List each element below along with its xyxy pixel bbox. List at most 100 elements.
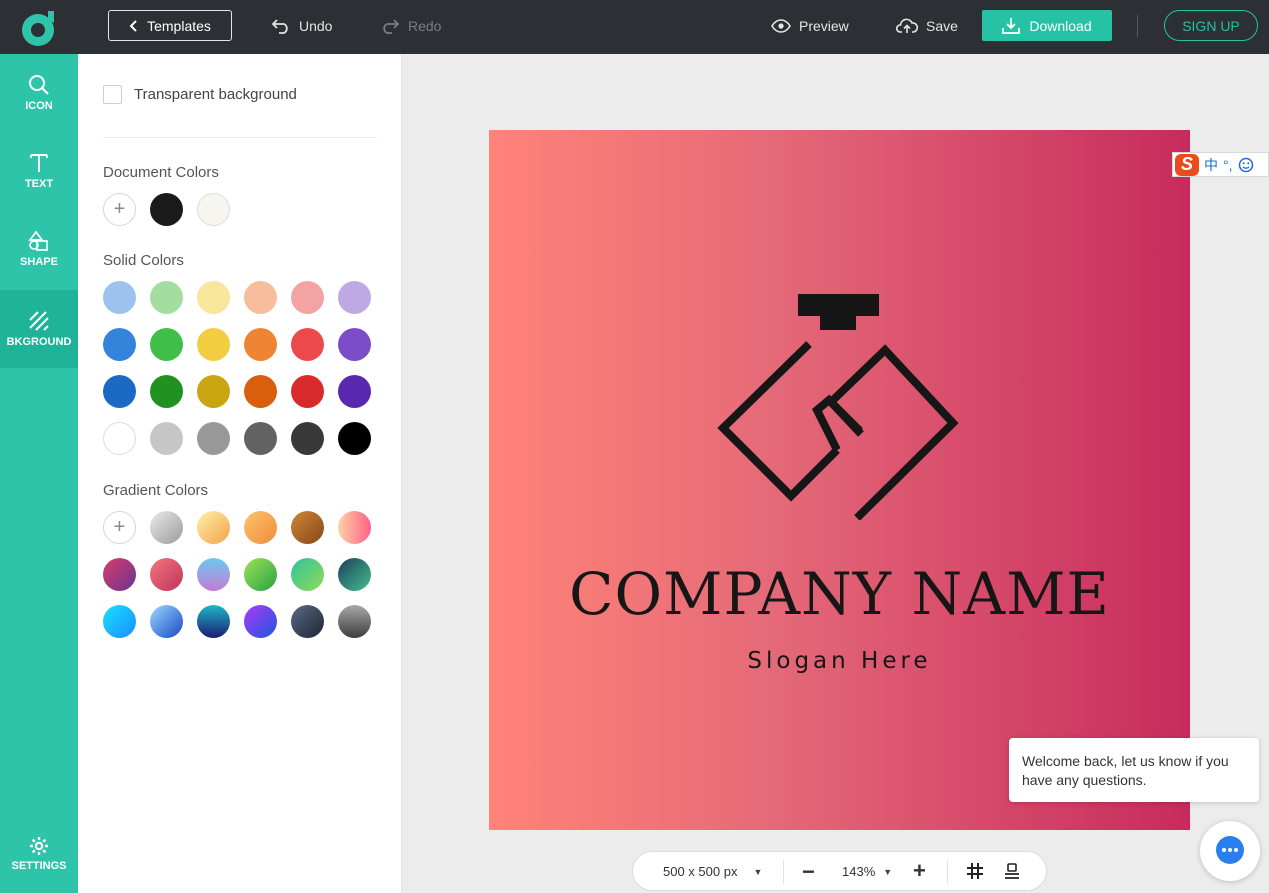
add-gradient-color-button[interactable]: + [103, 511, 136, 544]
app-logo-icon[interactable] [18, 7, 60, 47]
gradient-color-swatch[interactable] [197, 511, 230, 544]
save-button[interactable]: Save [896, 14, 958, 38]
gradient-color-swatch[interactable] [338, 605, 371, 638]
download-button[interactable]: Download [982, 10, 1112, 41]
shape-icon [28, 230, 48, 251]
download-label: Download [1029, 17, 1092, 34]
rail-item-label: ICON [25, 100, 53, 112]
align-bottom-icon [1005, 863, 1019, 879]
rail-item-label: TEXT [24, 178, 54, 190]
undo-label: Undo [299, 18, 333, 34]
caret-down-icon: ▼ [753, 866, 763, 877]
chevron-left-icon [129, 19, 137, 32]
solid-color-swatch[interactable] [150, 422, 183, 455]
emoji-icon [1238, 157, 1253, 172]
gradient-color-swatch[interactable] [338, 558, 371, 591]
solid-color-swatch[interactable] [338, 422, 371, 455]
solid-color-swatch[interactable] [103, 281, 136, 314]
gradient-color-swatch[interactable] [103, 558, 136, 591]
solid-color-swatch[interactable] [338, 328, 371, 361]
sogou-logo-icon: S [1175, 153, 1199, 176]
rail-item-background[interactable]: BKGROUND [0, 290, 78, 368]
preview-button[interactable]: Preview [771, 14, 849, 38]
solid-color-swatch[interactable] [338, 281, 371, 314]
transparent-label: Transparent background [134, 86, 297, 103]
solid-color-swatch[interactable] [150, 281, 183, 314]
redo-label: Redo [408, 18, 442, 34]
save-label: Save [926, 18, 958, 34]
solid-color-swatch[interactable] [197, 328, 230, 361]
solid-color-swatch[interactable] [103, 375, 136, 408]
ime-toolbar[interactable]: S 中 °, [1172, 152, 1269, 177]
logo-mark-icon[interactable] [717, 290, 962, 520]
ime-punct-label: °, [1223, 156, 1233, 173]
design-canvas[interactable]: COMPANY NAME Slogan Here [489, 130, 1190, 830]
undo-button[interactable]: Undo [271, 14, 332, 38]
gradient-color-swatch[interactable] [244, 605, 277, 638]
gradient-color-swatch[interactable] [197, 605, 230, 638]
solid-color-swatch[interactable] [291, 422, 324, 455]
gradient-color-swatch[interactable] [291, 511, 324, 544]
solid-color-swatch[interactable] [244, 281, 277, 314]
company-name-text[interactable]: COMPANY NAME [489, 560, 1190, 628]
solid-color-swatch[interactable] [244, 422, 277, 455]
gradient-color-swatch[interactable] [150, 511, 183, 544]
solid-color-swatch[interactable] [291, 281, 324, 314]
gradient-color-swatch[interactable] [150, 605, 183, 638]
gradient-color-swatch[interactable] [244, 558, 277, 591]
gradient-color-swatch[interactable] [150, 558, 183, 591]
slogan-text[interactable]: Slogan Here [489, 648, 1190, 674]
gradient-color-swatch[interactable] [197, 558, 230, 591]
canvas-bottom-bar: 500 x 500 px ▼ − 143% ▼ + [632, 851, 1047, 891]
chat-button[interactable] [1200, 821, 1260, 881]
ime-language-label: 中 [1204, 156, 1218, 173]
add-document-color-button[interactable]: + [103, 193, 136, 226]
align-button[interactable] [1003, 862, 1021, 883]
solid-color-swatch[interactable] [150, 328, 183, 361]
top-bar: Templates Undo Redo Preview Save Downloa… [0, 0, 1269, 54]
gradient-color-swatch[interactable] [244, 511, 277, 544]
gradient-color-swatch[interactable] [291, 605, 324, 638]
solid-color-swatch[interactable] [291, 328, 324, 361]
solid-color-swatch[interactable] [291, 375, 324, 408]
solid-color-swatch[interactable] [197, 281, 230, 314]
canvas-size-dropdown[interactable]: 500 x 500 px ▼ [663, 864, 762, 879]
document-color-swatch[interactable] [150, 193, 183, 226]
solid-color-swatch[interactable] [244, 328, 277, 361]
templates-button[interactable]: Templates [108, 10, 232, 41]
rail-item-settings[interactable]: SETTINGS [0, 815, 78, 893]
solid-color-swatch[interactable] [244, 375, 277, 408]
gradient-color-swatch[interactable] [291, 558, 324, 591]
document-color-swatch[interactable] [197, 193, 230, 226]
solid-color-swatch[interactable] [103, 328, 136, 361]
toolbar-divider [1137, 15, 1138, 37]
chat-icon [1216, 836, 1244, 864]
background-icon [29, 311, 49, 331]
redo-button[interactable]: Redo [380, 14, 441, 38]
zoom-out-button[interactable]: − [802, 859, 815, 885]
signup-button[interactable]: SIGN UP [1164, 10, 1258, 41]
zoom-in-button[interactable]: + [913, 858, 926, 884]
undo-icon [271, 19, 288, 34]
transparent-checkbox[interactable] [103, 85, 122, 104]
document-colors-title: Document Colors [103, 164, 219, 181]
chat-message: Welcome back, let us know if you have an… [1009, 738, 1259, 802]
zoom-dropdown[interactable]: 143% ▼ [842, 864, 892, 879]
download-icon [1002, 18, 1021, 34]
solid-color-swatch[interactable] [197, 422, 230, 455]
transparent-background-toggle[interactable]: Transparent background [103, 85, 297, 104]
grid-toggle-button[interactable] [966, 862, 984, 883]
solid-color-swatch[interactable] [197, 375, 230, 408]
gradient-color-swatch[interactable] [103, 605, 136, 638]
rail-item-text[interactable]: TEXT [0, 132, 78, 210]
eye-icon [771, 19, 791, 33]
canvas-size-label: 500 x 500 px [663, 864, 738, 879]
rail-item-shape[interactable]: SHAPE [0, 210, 78, 288]
rail-item-icon[interactable]: ICON [0, 54, 78, 132]
solid-color-swatch[interactable] [103, 422, 136, 455]
solid-color-swatch[interactable] [338, 375, 371, 408]
solid-color-swatch[interactable] [150, 375, 183, 408]
rail-item-label: BKGROUND [6, 336, 72, 348]
left-rail: ICON TEXT SHAPE BKGROUND SETTINGS [0, 54, 78, 893]
gradient-color-swatch[interactable] [338, 511, 371, 544]
